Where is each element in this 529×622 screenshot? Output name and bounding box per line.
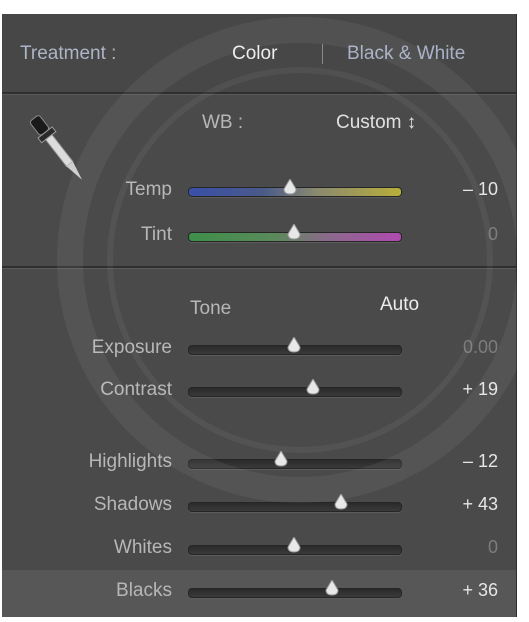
slider-thumb[interactable]: [306, 379, 320, 395]
slider-value[interactable]: + 43: [462, 494, 498, 515]
slider-label: Tint: [141, 224, 172, 245]
slider-row-temp: Temp – 10: [2, 177, 516, 207]
slider-thumb[interactable]: [287, 537, 301, 553]
slider-value[interactable]: 0: [488, 224, 498, 245]
slider-label: Temp: [125, 179, 172, 200]
slider-row-highlights: Highlights – 12: [2, 449, 516, 479]
slider-value[interactable]: 0: [488, 537, 498, 558]
slider-row-contrast: Contrast + 19: [2, 377, 516, 407]
slider-value[interactable]: + 36: [462, 580, 498, 601]
panel-body: Treatment : Color Black & White WB : Cus…: [2, 14, 517, 617]
slider-track-shadows[interactable]: [188, 502, 402, 512]
slider-row-blacks: Blacks + 36: [2, 578, 516, 608]
slider-value[interactable]: – 12: [463, 451, 498, 472]
slider-row-exposure: Exposure 0.00: [2, 335, 516, 365]
treatment-separator: [322, 44, 323, 64]
basic-panel: Treatment : Color Black & White WB : Cus…: [0, 0, 529, 622]
tone-auto-button[interactable]: Auto: [380, 294, 419, 316]
treatment-bw-option[interactable]: Black & White: [347, 43, 465, 65]
slider-label: Exposure: [91, 337, 172, 358]
slider-thumb[interactable]: [325, 580, 339, 596]
wb-label: WB :: [202, 112, 244, 133]
treatment-row: Treatment : Color Black & White: [2, 14, 516, 92]
treatment-label: Treatment :: [20, 43, 117, 64]
slider-row-whites: Whites 0: [2, 535, 516, 565]
slider-value[interactable]: 0.00: [463, 337, 498, 358]
tone-heading: Tone: [190, 298, 232, 319]
slider-track-blacks[interactable]: [188, 588, 402, 598]
slider-row-shadows: Shadows + 43: [2, 492, 516, 522]
slider-track-highlights[interactable]: [188, 459, 402, 469]
treatment-color-option[interactable]: Color: [232, 43, 277, 65]
slider-row-tint: Tint 0: [2, 222, 516, 252]
slider-thumb[interactable]: [287, 224, 301, 240]
slider-label: Contrast: [100, 379, 172, 400]
slider-label: Highlights: [88, 451, 172, 472]
slider-label: Shadows: [93, 494, 172, 515]
slider-thumb[interactable]: [334, 494, 348, 510]
slider-track-contrast[interactable]: [188, 387, 402, 397]
slider-label: Whites: [113, 537, 172, 558]
divider: [2, 266, 516, 269]
slider-thumb[interactable]: [274, 451, 288, 467]
wb-preset-select[interactable]: Custom ↕: [336, 112, 416, 134]
slider-value[interactable]: + 19: [462, 379, 498, 400]
slider-thumb[interactable]: [283, 179, 297, 195]
slider-thumb[interactable]: [287, 337, 301, 353]
slider-value[interactable]: – 10: [463, 179, 498, 200]
slider-label: Blacks: [116, 580, 172, 601]
divider: [2, 92, 516, 95]
